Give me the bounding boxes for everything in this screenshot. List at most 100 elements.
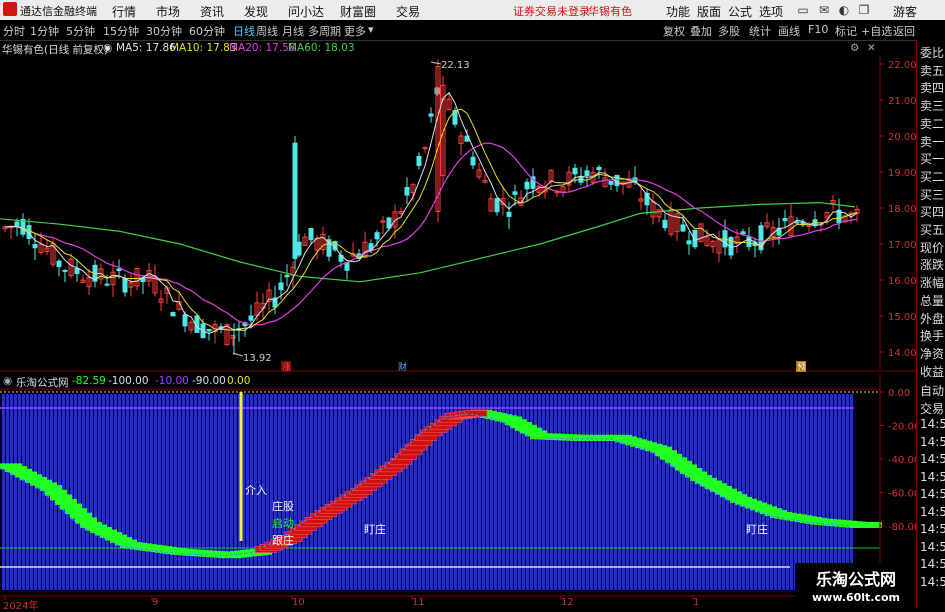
side-label[interactable]: 总量 — [920, 292, 944, 309]
indicator-bar — [394, 394, 397, 590]
side-lower-label[interactable]: 14:5 — [920, 557, 945, 571]
side-lower-label[interactable]: 14:5 — [920, 540, 945, 554]
side-label[interactable]: 卖四 — [920, 79, 944, 96]
tab-1min[interactable]: 1分钟 — [30, 23, 59, 39]
menu-gongneng[interactable]: 功能 — [666, 3, 690, 20]
btn-back[interactable]: 返回 — [893, 23, 915, 39]
indicator-bar — [194, 394, 197, 590]
side-lower-label[interactable]: 自动 — [920, 382, 944, 399]
side-label[interactable]: 收益 — [920, 363, 944, 380]
indicator-bar — [414, 394, 417, 590]
side-label[interactable]: 涨跌 — [920, 256, 944, 273]
tab-fenshi[interactable]: 分时 — [3, 23, 25, 39]
side-label[interactable]: 买一 — [920, 150, 944, 167]
indicator-bar — [158, 394, 161, 590]
btn-biaoji[interactable]: 标记 — [835, 23, 857, 39]
indicator-dropdown-icon[interactable]: ◉ — [3, 375, 12, 387]
indicator-name[interactable]: 乐淘公式网 — [16, 375, 69, 390]
indicator-bar — [482, 394, 485, 590]
indicator-bar — [810, 394, 813, 590]
indicator-bar — [678, 394, 681, 590]
side-lower-label[interactable]: 14:5 — [920, 522, 945, 536]
indicator-bar — [378, 394, 381, 590]
side-label[interactable]: 买三 — [920, 186, 944, 203]
tab-daily[interactable]: 日线 — [233, 23, 255, 39]
btn-diejia[interactable]: 叠加 — [690, 23, 712, 39]
side-lower-label[interactable]: 14:5 — [920, 487, 945, 501]
event-cai[interactable]: 财 — [398, 361, 407, 373]
side-label[interactable]: 卖一 — [920, 133, 944, 150]
candle-body — [74, 267, 80, 274]
indicator-bar — [278, 394, 281, 590]
btn-fuquan[interactable]: 复权 — [663, 23, 685, 39]
indicator-bar — [426, 394, 429, 590]
indicator-bar — [594, 394, 597, 590]
btn-duogu[interactable]: 多股 — [718, 23, 740, 39]
menu-zixun[interactable]: 资讯 — [200, 3, 224, 20]
tab-30min[interactable]: 30分钟 — [146, 23, 182, 39]
mail-icon[interactable]: ✉ — [816, 2, 832, 18]
tab-60min[interactable]: 60分钟 — [189, 23, 225, 39]
side-label[interactable]: 净资 — [920, 345, 944, 362]
menu-caifuquan[interactable]: 财富圈 — [340, 3, 376, 20]
side-label[interactable]: 现价 — [920, 239, 944, 256]
side-label[interactable]: 涨幅 — [920, 274, 944, 291]
indicator-bar — [218, 394, 221, 590]
menu-xuanxiang[interactable]: 选项 — [759, 3, 783, 20]
tab-monthly[interactable]: 月线 — [282, 23, 304, 39]
tab-more[interactable]: 更多 — [344, 23, 366, 39]
indicator-bar — [822, 394, 825, 590]
side-lower-label[interactable]: 14:5 — [920, 470, 945, 484]
candle-body — [494, 198, 500, 213]
menu-banmian[interactable]: 版面 — [697, 3, 721, 20]
menu-wenxiaoda[interactable]: 问小达 — [288, 3, 324, 20]
side-lower-label[interactable]: 14:5 — [920, 505, 945, 519]
indicator-bar — [162, 394, 165, 590]
side-label[interactable]: 买四 — [920, 203, 944, 220]
candle-body — [596, 166, 602, 171]
menu-faxian[interactable]: 发现 — [244, 3, 268, 20]
side-label[interactable]: 买二 — [920, 168, 944, 185]
window-icon[interactable]: ▭ — [795, 2, 811, 18]
menu-jiaoyi[interactable]: 交易 — [396, 3, 420, 20]
tab-15min[interactable]: 15分钟 — [103, 23, 139, 39]
login-warning[interactable]: 证券交易未登录 — [513, 3, 590, 19]
candle-body — [680, 224, 686, 232]
btn-tongji[interactable]: 统计 — [749, 23, 771, 39]
skin-icon[interactable]: ◐ — [836, 2, 852, 18]
guest-label[interactable]: 游客 — [893, 3, 917, 20]
side-label[interactable]: 外盘 — [920, 310, 944, 327]
side-label[interactable]: 卖五 — [920, 62, 944, 79]
side-label[interactable]: 买五 — [920, 221, 944, 238]
candle-body — [404, 187, 410, 196]
tab-weekly[interactable]: 周线 — [256, 23, 278, 39]
menu-hangqing[interactable]: 行情 — [112, 3, 136, 20]
btn-add-watchlist[interactable]: +自选 — [861, 23, 892, 39]
indicator-bar — [462, 394, 465, 590]
tab-multi-period[interactable]: 多周期 — [308, 23, 341, 39]
indicator-bar — [666, 394, 669, 590]
more-chevron-icon[interactable]: ▾ — [368, 23, 374, 36]
indicator-bar — [490, 394, 493, 590]
annot-qidong: 启动 — [272, 517, 294, 530]
restore-icon[interactable]: ❐ — [856, 2, 872, 18]
main-chart-svg[interactable]: 22.00 21.00 20.00 19.00 18.00 17.00 16.00 15.00… — [0, 40, 916, 609]
indicator-bar — [606, 394, 609, 590]
side-lower-label[interactable]: 14:5 — [920, 452, 945, 466]
side-label[interactable]: 卖二 — [920, 115, 944, 132]
menu-gongshi[interactable]: 公式 — [728, 3, 752, 20]
side-label[interactable]: 委比 — [920, 44, 944, 61]
btn-f10[interactable]: F10 — [808, 23, 828, 36]
side-lower-label[interactable]: 14:5 — [920, 435, 945, 449]
indicator-bar — [318, 394, 321, 590]
indicator-bar — [710, 394, 713, 590]
price-axis-label: 18.00 — [888, 204, 916, 215]
side-lower-label[interactable]: 14:5 — [920, 417, 945, 431]
tab-5min[interactable]: 5分钟 — [66, 23, 95, 39]
side-label[interactable]: 卖三 — [920, 97, 944, 114]
side-lower-label[interactable]: 交易 — [920, 400, 944, 417]
btn-huaxian[interactable]: 画线 — [778, 23, 800, 39]
side-lower-label[interactable]: 14:5 — [920, 575, 945, 589]
menu-shichang[interactable]: 市场 — [156, 3, 180, 20]
side-label[interactable]: 换手 — [920, 327, 944, 344]
